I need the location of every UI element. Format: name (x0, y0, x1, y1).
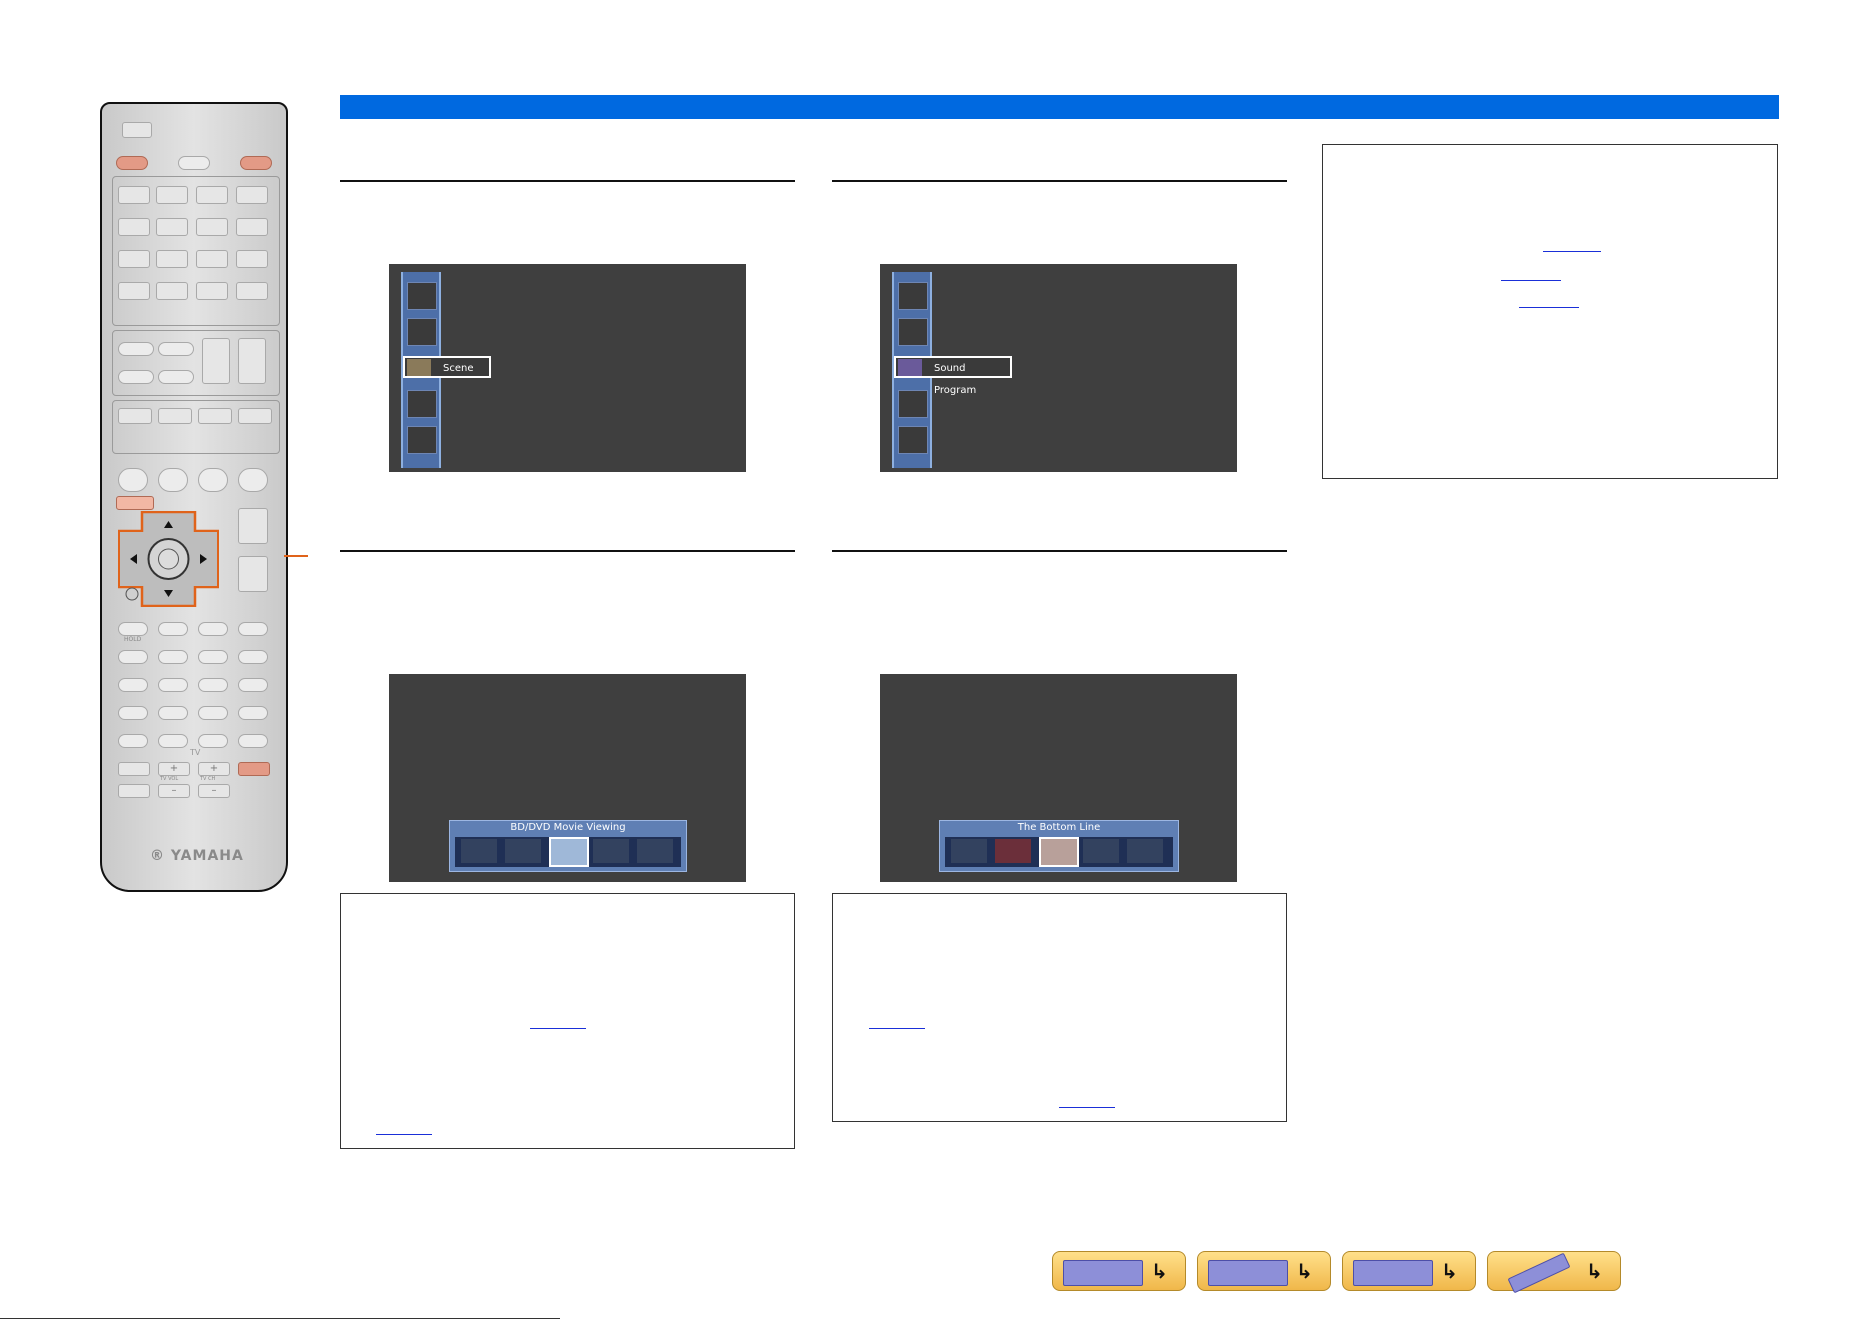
return-arrow-icon: ↳ (1151, 1259, 1168, 1283)
section-rule (340, 550, 795, 552)
scene-thumb (505, 839, 541, 863)
nav-display-button[interactable]: ↳ (1342, 1251, 1476, 1291)
page-link[interactable] (1519, 307, 1579, 308)
section-rule (340, 180, 795, 182)
note-box (340, 893, 795, 1149)
remote-id-switch (122, 122, 152, 138)
program-thumb (951, 839, 987, 863)
guitar-icon (407, 282, 437, 310)
page-link[interactable] (1543, 251, 1601, 252)
tv-vol-down: – (158, 784, 190, 798)
tv-vol-up: + (158, 762, 190, 776)
tv-ch-label: TV CH (200, 776, 216, 782)
source-button (178, 156, 210, 170)
selected-menu-item: Sound Program (894, 356, 1012, 396)
page-link[interactable] (376, 1134, 432, 1135)
return-arrow-icon: ↳ (1586, 1259, 1603, 1283)
return-arrow-icon: ↳ (1441, 1259, 1458, 1283)
program-strip: The Bottom Line (939, 820, 1179, 872)
scene-thumb (461, 839, 497, 863)
receiver-front-icon (1063, 1260, 1143, 1286)
tv-vol-label: TV VOL (160, 776, 179, 782)
sound-icon (407, 390, 437, 418)
hold-label: HOLD (124, 636, 142, 643)
scene-thumb (593, 839, 629, 863)
page-link[interactable] (1501, 280, 1561, 281)
scene-icon (407, 359, 431, 376)
section-rule (832, 180, 1287, 182)
note-box (1322, 144, 1778, 479)
screen-scene-select: BD/DVD Movie Viewing (389, 674, 746, 882)
scene-thumb (637, 839, 673, 863)
callout-line (284, 555, 308, 557)
program-thumb (1127, 839, 1163, 863)
book-icon (407, 318, 437, 346)
cursor-pad (118, 511, 219, 607)
scene-icon (898, 282, 928, 310)
nav-front-panel-button[interactable]: ↳ (1052, 1251, 1186, 1291)
book-icon (898, 426, 928, 454)
screen-sound-program-menu: Sound Program (880, 264, 1237, 472)
remote-control: HOLD TV + + TV VOL TV CH – – ® YAMAHA (100, 102, 288, 892)
scene-thumb-selected (549, 837, 589, 867)
footer-rule (0, 1318, 560, 1319)
page-link[interactable] (869, 1028, 925, 1029)
section-rule (832, 550, 1287, 552)
program-thumb (1083, 839, 1119, 863)
display-icon (1353, 1260, 1433, 1286)
program-thumb-selected (1039, 837, 1079, 867)
receiver-power-button (240, 156, 272, 170)
screen-program-select: The Bottom Line (880, 674, 1237, 882)
sound-program-icon (898, 359, 922, 376)
power-button (116, 156, 148, 170)
tv-ch-down: – (198, 784, 230, 798)
screen-scene-menu: Scene (389, 264, 746, 472)
receiver-rear-icon (1208, 1260, 1288, 1286)
scene-strip: BD/DVD Movie Viewing (449, 820, 687, 872)
tv-ch-up: + (198, 762, 230, 776)
yamaha-logo: ® YAMAHA (150, 848, 244, 864)
page-link[interactable] (530, 1028, 586, 1029)
sound-icon (898, 318, 928, 346)
selected-menu-item: Scene (403, 356, 491, 378)
return-arrow-icon: ↳ (1296, 1259, 1313, 1283)
program-icon (407, 426, 437, 454)
program-thumb (995, 839, 1031, 863)
section-header-bar (340, 95, 1779, 119)
page-link[interactable] (1059, 1107, 1115, 1108)
nav-remote-button[interactable]: ↳ (1487, 1251, 1621, 1294)
note-box (832, 893, 1287, 1122)
tv-label: TV (190, 748, 201, 757)
remote-icon (1507, 1252, 1571, 1294)
nav-rear-panel-button[interactable]: ↳ (1197, 1251, 1331, 1291)
guitar-icon (898, 390, 928, 418)
